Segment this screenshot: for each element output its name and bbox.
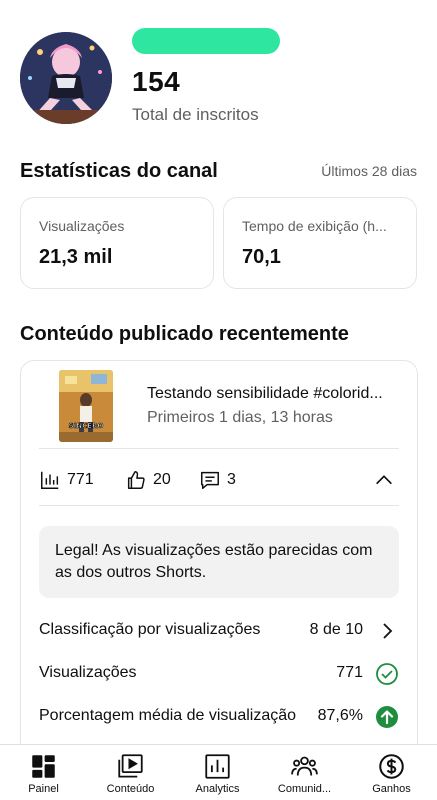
likes-metric-value: 20 <box>153 471 171 488</box>
bar-chart-icon <box>41 471 59 489</box>
nav-label-dashboard: Painel <box>28 783 59 795</box>
watch-time-stat-card[interactable]: Tempo de exibição (h... 70,1 <box>223 197 417 289</box>
views-row: Visualizações 771 <box>39 662 399 686</box>
ranking-row[interactable]: Classificação por visualizações 8 de 10 <box>39 619 399 643</box>
check-circle-icon <box>376 663 398 685</box>
nav-label-analytics: Analytics <box>195 783 240 795</box>
nav-item-community[interactable]: Comunid... <box>261 745 348 800</box>
nav-item-dashboard[interactable]: Painel <box>0 745 87 800</box>
nav-item-earn[interactable]: Ganhos <box>348 745 435 800</box>
nav-label-community: Comunid... <box>277 783 332 795</box>
avg-view-percentage-row: Porcentagem média de visualização 87,6% <box>39 705 399 729</box>
channel-name-redacted <box>132 28 280 54</box>
subscriber-count: 154 <box>132 66 181 97</box>
views-row-value: 771 <box>336 664 363 681</box>
channel-avatar[interactable] <box>20 32 112 124</box>
views-metric: 771 <box>39 469 94 491</box>
likes-metric: 20 <box>125 469 171 491</box>
comments-metric-value: 3 <box>227 471 236 488</box>
comment-icon <box>201 471 219 489</box>
subscriber-label: Total de inscritos <box>132 105 259 124</box>
video-age: Primeiros 1 dias, 13 horas <box>147 409 333 426</box>
watch-time-stat-value: 70,1 <box>242 246 281 268</box>
views-stat-value: 21,3 mil <box>39 246 113 268</box>
ranking-label: Classificação por visualizações <box>39 621 261 638</box>
nav-item-analytics[interactable]: Analytics <box>174 745 261 800</box>
video-title[interactable]: Testando sensibilidade #colorid... <box>147 385 383 403</box>
divider <box>39 448 399 449</box>
recent-content-title: Conteúdo publicado recentemente <box>20 323 349 345</box>
arrow-up-circle-icon <box>376 706 398 728</box>
watch-time-stat-label: Tempo de exibição (h... <box>242 218 387 234</box>
content-icon <box>118 754 143 778</box>
divider <box>39 505 399 506</box>
comments-metric: 3 <box>199 469 236 491</box>
chevron-up-icon[interactable] <box>373 469 395 491</box>
views-stat-label: Visualizações <box>39 218 125 234</box>
nav-label-content: Conteúdo <box>106 783 155 795</box>
nav-label-earn: Ganhos <box>372 783 411 795</box>
recent-content-card: SINCERO Testando sensibilidade #colorid.… <box>20 360 418 760</box>
avg-view-percentage-label: Porcentagem média de visualização <box>39 707 297 724</box>
chevron-right-icon[interactable] <box>375 619 399 643</box>
thumbs-up-icon <box>127 471 145 489</box>
stats-period: Últimos 28 dias <box>321 163 417 179</box>
thumbnail-caption: SINCERO <box>69 422 104 430</box>
channel-header: 154 Total de inscritos <box>0 0 437 150</box>
performance-note: Legal! As visualizações estão parecidas … <box>39 526 399 598</box>
views-row-label: Visualizações <box>39 664 137 681</box>
avg-view-percentage-value: 87,6% <box>317 707 363 724</box>
bottom-navigation: Painel Conteúdo Analytics Comunid... Gan… <box>0 744 437 800</box>
stats-section-title: Estatísticas do canal <box>20 160 218 182</box>
analytics-icon <box>205 754 230 779</box>
video-thumbnail[interactable]: SINCERO <box>59 370 113 442</box>
earn-icon <box>379 754 404 779</box>
views-metric-value: 771 <box>67 471 94 488</box>
dashboard-icon <box>32 755 55 778</box>
community-icon <box>291 756 318 776</box>
nav-item-content[interactable]: Conteúdo <box>87 745 174 800</box>
views-stat-card[interactable]: Visualizações 21,3 mil <box>20 197 214 289</box>
ranking-value: 8 de 10 <box>309 621 363 638</box>
